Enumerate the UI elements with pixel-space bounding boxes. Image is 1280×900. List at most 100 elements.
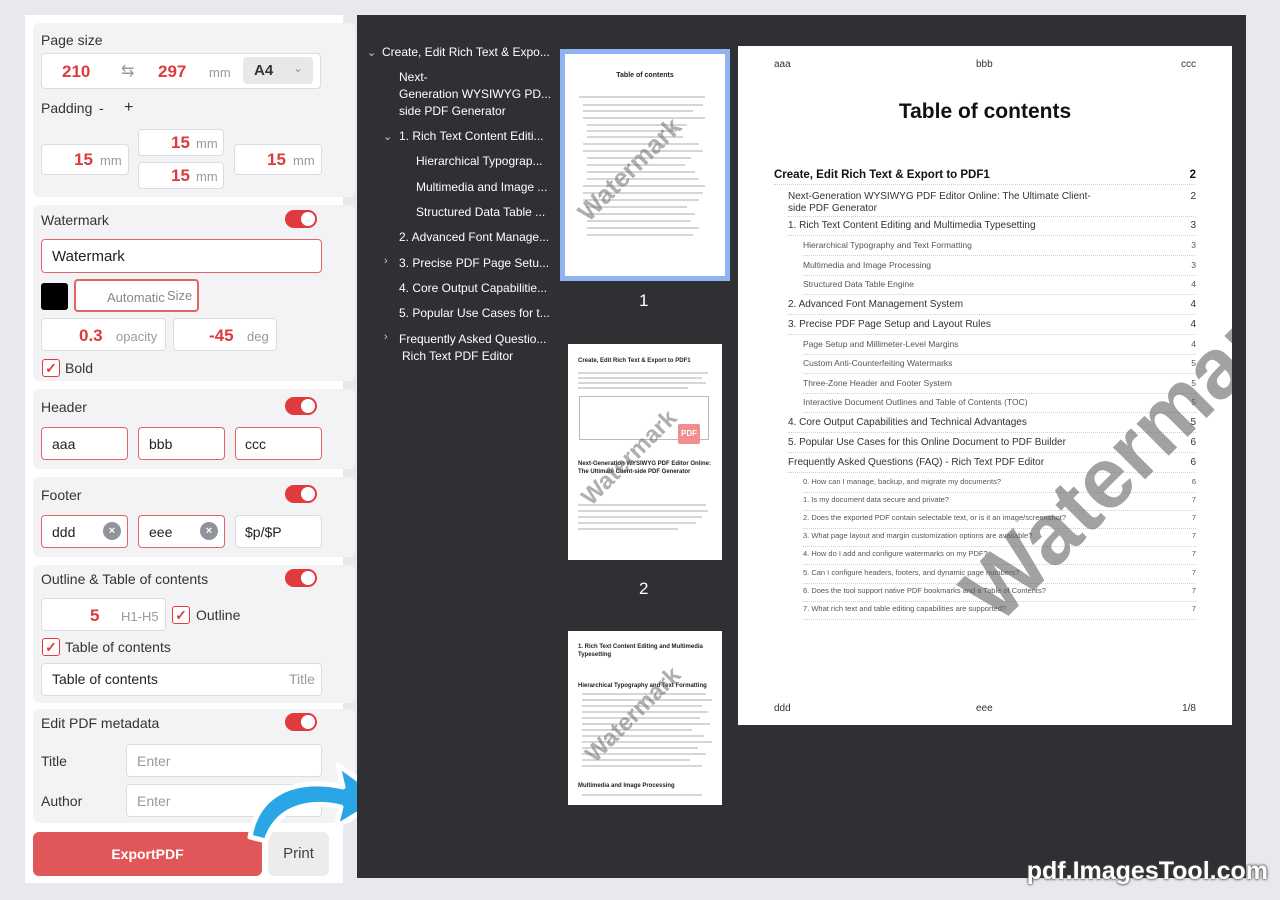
toc-checkbox-label: Table of contents bbox=[65, 639, 171, 655]
header-label: Header bbox=[41, 399, 87, 415]
toc-entry-text: 3. Precise PDF Page Setup and Layout Rul… bbox=[788, 318, 991, 330]
chevron-down-icon: ⌄ bbox=[292, 61, 303, 75]
outline-item[interactable]: Create, Edit Rich Text & Expo... bbox=[382, 44, 550, 61]
padding-top-unit: mm bbox=[196, 136, 218, 151]
swap-icon[interactable]: ⇆ bbox=[121, 61, 134, 81]
toc-entry-text: Hierarchical Typography and Text Formatt… bbox=[803, 240, 972, 250]
padding-top-value: 15 bbox=[171, 133, 190, 152]
header-left-value: aaa bbox=[52, 436, 76, 452]
page-width-input[interactable]: 210 bbox=[62, 62, 90, 82]
watermark-opacity-unit: opacity bbox=[116, 329, 158, 344]
toc-entry-page: 7 bbox=[1191, 512, 1196, 522]
page-header-right: ccc bbox=[1181, 59, 1196, 70]
toc-entry[interactable]: Page Setup and Millimeter-Level Margins 4 bbox=[803, 339, 1196, 355]
brand-watermark: pdf.ImagesTool.com bbox=[1026, 857, 1268, 885]
page-preset-value: A4 bbox=[254, 62, 274, 79]
chevron-right-icon[interactable]: › bbox=[384, 331, 388, 343]
clear-icon[interactable]: × bbox=[103, 522, 121, 540]
outline-item[interactable]: Generation WYSIWYG PD... bbox=[399, 86, 551, 103]
footer-center-value: eee bbox=[149, 524, 173, 540]
toc-entry[interactable]: 2. Advanced Font Management System 4 bbox=[788, 299, 1196, 315]
toc-entry[interactable]: Next-Generation WYSIWYG PDF Editor Onlin… bbox=[788, 191, 1196, 217]
padding-increase-button[interactable]: + bbox=[124, 99, 133, 117]
outline-item[interactable]: Rich Text PDF Editor bbox=[402, 348, 513, 365]
page-number-label: 2 bbox=[639, 579, 649, 598]
outline-item[interactable]: 1. Rich Text Content Editi... bbox=[399, 128, 544, 145]
toc-entry-text: Page Setup and Millimeter-Level Margins bbox=[803, 338, 959, 349]
toc-entry-page: 3 bbox=[1191, 259, 1196, 270]
chevron-right-icon[interactable]: › bbox=[384, 255, 388, 267]
toc-entry-page: 2 bbox=[1189, 169, 1196, 181]
toc-entry-text: Create, Edit Rich Text & Export to PDF1 bbox=[774, 169, 990, 181]
outline-item[interactable]: side PDF Generator bbox=[399, 103, 506, 120]
padding-label: Padding bbox=[41, 100, 93, 116]
bold-checkbox[interactable]: ✓ bbox=[42, 359, 60, 377]
export-pdf-button[interactable]: ExportPDF bbox=[33, 832, 262, 876]
watermark-color-swatch[interactable] bbox=[41, 283, 68, 310]
toc-entry[interactable]: Custom Anti-Counterfeiting Watermarks 5 bbox=[803, 358, 1196, 374]
header-toggle[interactable] bbox=[285, 397, 317, 415]
toc-entry[interactable]: Hierarchical Typography and Text Formatt… bbox=[803, 240, 1196, 256]
outline-item[interactable]: Hierarchical Typograp... bbox=[416, 153, 543, 170]
pdf-viewer: ⌄ Create, Edit Rich Text & Expo... Next-… bbox=[357, 15, 1246, 878]
outline-item[interactable]: 2. Advanced Font Manage... bbox=[399, 229, 549, 246]
outline-item[interactable]: Next- bbox=[399, 69, 428, 86]
chevron-down-icon[interactable]: ⌄ bbox=[367, 46, 376, 59]
toc-checkbox[interactable]: ✓ bbox=[42, 638, 60, 656]
toc-entry-page: 2 bbox=[1190, 191, 1196, 202]
toc-entry-page: 7 bbox=[1191, 585, 1196, 595]
toc-entry-text: Next-Generation WYSIWYG PDF Editor Onlin… bbox=[788, 191, 1091, 214]
header-right-value: ccc bbox=[245, 436, 266, 452]
page-size-label: Page size bbox=[41, 32, 103, 48]
page-size-unit: mm bbox=[209, 65, 231, 80]
toc-entry-text: 1. Is my document data secure and privat… bbox=[803, 494, 949, 504]
heading-level-unit: H1-H5 bbox=[121, 609, 159, 624]
thumbnail-subtitle: Multimedia and Image Processing bbox=[578, 783, 675, 789]
page-preset-select[interactable]: A4 ⌄ bbox=[243, 57, 313, 84]
toc-entry-text: Frequently Asked Questions (FAQ) - Rich … bbox=[788, 456, 1045, 468]
watermark-label: Watermark bbox=[41, 212, 109, 228]
header-center-value: bbb bbox=[149, 436, 173, 452]
outline-card: Outline & Table of contents 5 H1-H5 ✓ Ou… bbox=[33, 565, 355, 703]
padding-bottom-value: 15 bbox=[171, 166, 190, 185]
footer-toggle[interactable] bbox=[285, 485, 317, 503]
page-footer-center: eee bbox=[976, 703, 993, 714]
padding-decrease-button[interactable]: - bbox=[99, 100, 104, 116]
toc-entry-page: 7 bbox=[1191, 531, 1196, 541]
toc-entry[interactable]: Structured Data Table Engine 4 bbox=[803, 279, 1196, 295]
watermark-toggle[interactable] bbox=[285, 210, 317, 228]
toc-entry[interactable]: 3. Precise PDF Page Setup and Layout Rul… bbox=[788, 319, 1196, 335]
header-card: Header aaa bbb ccc bbox=[33, 389, 355, 469]
footer-right-value: $p/$P bbox=[245, 524, 282, 540]
page-height-input[interactable]: 297 bbox=[158, 62, 186, 82]
toc-entry[interactable]: Create, Edit Rich Text & Export to PDF1 2 bbox=[774, 169, 1196, 185]
meta-author-label: Author bbox=[41, 793, 83, 809]
outline-item[interactable]: Multimedia and Image ... bbox=[416, 179, 547, 196]
meta-title-label: Title bbox=[41, 753, 67, 769]
pdf-page-preview: aaa bbb ccc Table of contents Create, Ed… bbox=[738, 46, 1232, 725]
toc-entry-text: Three-Zone Header and Footer System bbox=[803, 377, 952, 388]
outline-item[interactable]: 4. Core Output Capabilitie... bbox=[399, 280, 547, 297]
clear-icon[interactable]: × bbox=[200, 522, 218, 540]
outline-item[interactable]: Structured Data Table ... bbox=[416, 204, 545, 221]
outline-toggle[interactable] bbox=[285, 569, 317, 587]
toc-entry-page: 7 bbox=[1191, 549, 1196, 559]
padding-right-unit: mm bbox=[293, 153, 315, 168]
page-size-card: Page size 210 ⇆ 297 mm A4 ⌄ Padding - + … bbox=[33, 23, 355, 197]
page-thumbnail-1[interactable]: Table of contents Watermark bbox=[560, 49, 730, 281]
toc-entry[interactable]: Multimedia and Image Processing 3 bbox=[803, 260, 1196, 276]
metadata-toggle[interactable] bbox=[285, 713, 317, 731]
outline-item[interactable]: 3. Precise PDF Page Setu... bbox=[399, 255, 549, 272]
outline-checkbox[interactable]: ✓ bbox=[172, 606, 190, 624]
watermark-angle-value: -45 bbox=[209, 326, 234, 345]
chevron-down-icon[interactable]: ⌄ bbox=[383, 130, 392, 143]
toc-entry[interactable]: 1. Rich Text Content Editing and Multime… bbox=[788, 220, 1196, 236]
padding-bottom-unit: mm bbox=[196, 169, 218, 184]
outline-item[interactable]: 5. Popular Use Cases for t... bbox=[399, 305, 550, 322]
meta-author-placeholder: Enter bbox=[137, 793, 171, 809]
toc-entry-page: 7 bbox=[1191, 567, 1196, 577]
pdf-badge: PDF bbox=[678, 424, 700, 444]
page-thumbnail-2[interactable]: Create, Edit Rich Text & Export to PDF1 … bbox=[568, 344, 722, 560]
page-thumbnail-3[interactable]: 1. Rich Text Content Editing and Multime… bbox=[568, 631, 722, 805]
outline-item[interactable]: Frequently Asked Questio... bbox=[399, 331, 546, 348]
